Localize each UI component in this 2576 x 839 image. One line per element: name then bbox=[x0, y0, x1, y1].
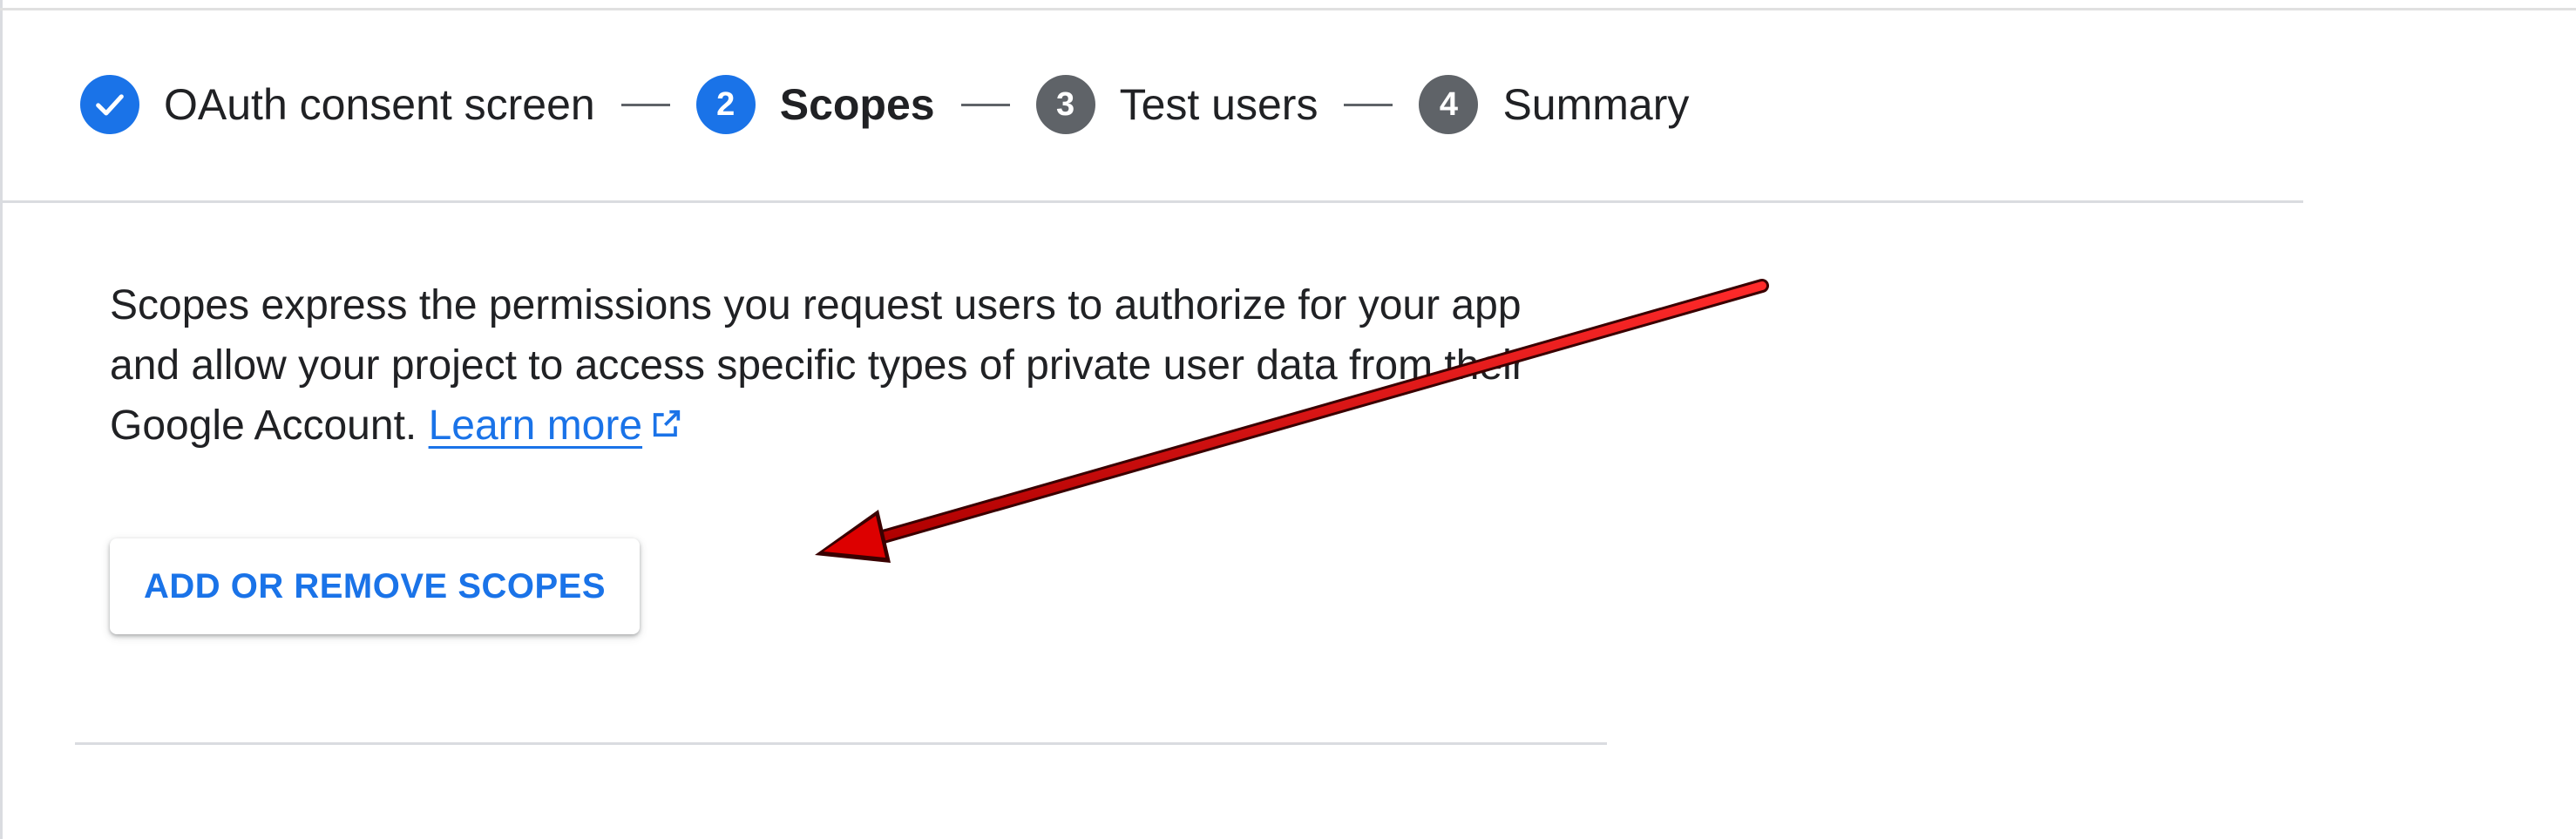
step-number-badge: 2 bbox=[695, 75, 756, 134]
step-separator bbox=[960, 103, 1010, 106]
step-label-scopes: Scopes bbox=[779, 80, 935, 129]
top-border bbox=[0, 8, 2576, 10]
stepper: OAuth consent screen 2 Scopes 3 Test use… bbox=[80, 73, 1689, 136]
step-number-badge: 4 bbox=[1419, 75, 1479, 134]
scopes-description: Scopes express the permissions you reque… bbox=[110, 275, 1574, 456]
step-label-summary: Summary bbox=[1502, 80, 1690, 129]
scopes-description-text: Scopes express the permissions you reque… bbox=[110, 282, 1526, 449]
step-oauth-consent-screen[interactable]: OAuth consent screen bbox=[80, 75, 595, 134]
learn-more-link[interactable]: Learn more bbox=[429, 403, 642, 449]
external-link-icon[interactable] bbox=[649, 406, 684, 441]
step-scopes[interactable]: 2 Scopes bbox=[695, 75, 935, 134]
step-separator bbox=[1344, 103, 1393, 106]
check-icon bbox=[96, 94, 124, 116]
step-summary[interactable]: 4 Summary bbox=[1419, 75, 1689, 134]
header-divider bbox=[0, 200, 2303, 203]
step-test-users[interactable]: 3 Test users bbox=[1035, 75, 1319, 134]
step-label-test-users: Test users bbox=[1119, 80, 1319, 129]
step-complete-check-icon bbox=[80, 75, 139, 134]
learn-more-label: Learn more bbox=[428, 403, 643, 449]
step-number-badge: 3 bbox=[1035, 75, 1095, 134]
section-divider bbox=[75, 742, 1607, 745]
step-label-oauth-consent-screen: OAuth consent screen bbox=[164, 80, 595, 129]
step-separator bbox=[620, 103, 670, 106]
left-border bbox=[0, 0, 3, 839]
oauth-scopes-page: OAuth consent screen 2 Scopes 3 Test use… bbox=[0, 0, 2576, 839]
add-or-remove-scopes-button[interactable]: ADD OR REMOVE SCOPES bbox=[110, 538, 640, 634]
